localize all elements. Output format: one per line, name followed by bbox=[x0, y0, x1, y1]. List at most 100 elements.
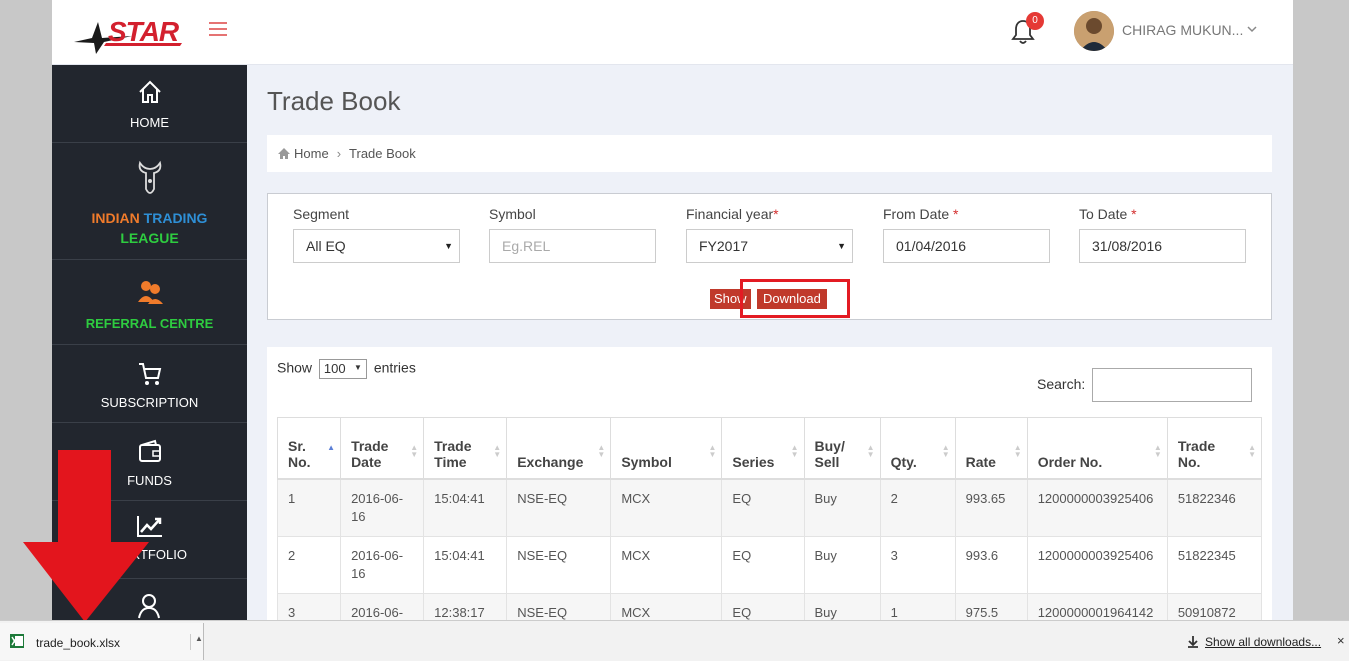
home-icon bbox=[138, 80, 161, 103]
user-icon bbox=[137, 594, 160, 619]
column-header[interactable]: Sr. No. ▲ bbox=[276, 417, 342, 480]
column-header[interactable]: Trade No. ▲ ▼ bbox=[1166, 417, 1263, 480]
download-icon bbox=[1188, 636, 1198, 648]
column-header[interactable]: Trade Date ▲ ▼ bbox=[340, 417, 425, 480]
table-row: 1 2016-06-16 15:04:41 NSE-EQ MCX EQ Buy 2 993.65… bbox=[276, 478, 1263, 537]
menu-toggle-button[interactable] bbox=[209, 22, 227, 36]
table-search-input[interactable] bbox=[1092, 368, 1252, 402]
column-header-line2: Date bbox=[351, 453, 382, 470]
segment-label: Segment bbox=[293, 206, 350, 222]
column-header[interactable]: Order No. ▲ ▼ bbox=[1026, 417, 1168, 480]
download-options-caret-icon[interactable]: ▲ bbox=[190, 634, 203, 650]
column-header[interactable]: Symbol ▲ ▼ bbox=[610, 417, 723, 480]
column-header[interactable]: Series ▲ ▼ bbox=[721, 417, 805, 480]
table-cell: 1200000003925406 bbox=[1026, 478, 1168, 537]
table-cell: EQ bbox=[721, 478, 805, 537]
column-header-line2: No. bbox=[288, 453, 311, 470]
column-header-line2: Rate bbox=[965, 453, 996, 470]
download-button[interactable]: Download bbox=[757, 289, 827, 309]
entries-text: entries bbox=[373, 359, 416, 376]
caret-down-icon: ▼ bbox=[837, 241, 846, 251]
show-button[interactable]: Show bbox=[710, 289, 751, 309]
sort-icon[interactable]: ▲ ▼ bbox=[867, 443, 875, 458]
to-date-input[interactable]: 31/08/2016 bbox=[1079, 229, 1246, 263]
table-cell: 993.65 bbox=[954, 478, 1028, 537]
table-row: 2 2016-06-16 15:04:41 NSE-EQ MCX EQ Buy 3 993.6 1… bbox=[276, 535, 1263, 594]
itl-label-indian: INDIAN bbox=[91, 210, 140, 226]
logo-text: STAR bbox=[108, 16, 179, 47]
sidebar-item-referral-centre[interactable]: REFERRAL CENTRE bbox=[52, 260, 247, 345]
table-cell: EQ bbox=[721, 592, 805, 620]
close-download-bar-icon[interactable]: × bbox=[1337, 633, 1345, 648]
sidebar-item-funds[interactable]: FUNDS bbox=[52, 423, 247, 501]
sort-icon[interactable]: ▲ ▼ bbox=[942, 443, 950, 458]
column-header[interactable]: Rate ▲ ▼ bbox=[954, 417, 1028, 480]
column-header-line2: No. bbox=[1177, 453, 1201, 470]
show-all-downloads-link[interactable]: Show all downloads... bbox=[1205, 635, 1321, 649]
to-date-label: To Date * bbox=[1079, 206, 1137, 222]
breadcrumb-separator: › bbox=[336, 146, 342, 161]
column-header-line2: Exchange bbox=[517, 453, 584, 470]
trade-book-table: Sr. No. ▲ Trade Date ▲ ▼ Trade Time ▲ ▼ Exchange ▲ ▼… bbox=[276, 417, 1263, 620]
sort-icon[interactable]: ▲ ▼ bbox=[1154, 443, 1162, 458]
financial-year-select[interactable]: FY2017 ▼ bbox=[686, 229, 853, 263]
sort-icon[interactable]: ▲ ▼ bbox=[1248, 443, 1256, 458]
table-cell: MCX bbox=[610, 535, 723, 594]
table-cell: 15:04:41 bbox=[423, 478, 508, 537]
sort-icon[interactable]: ▲ ▼ bbox=[791, 443, 799, 458]
table-cell: Buy bbox=[803, 535, 881, 594]
entries-value: 100 bbox=[323, 361, 346, 376]
wallet-icon bbox=[138, 439, 161, 462]
show-entries-control: Show 100 ▼ entries bbox=[277, 359, 416, 379]
segment-select[interactable]: All EQ ▼ bbox=[293, 229, 460, 263]
table-cell: EQ bbox=[721, 535, 805, 594]
chevron-down-icon[interactable] bbox=[1247, 22, 1257, 36]
sort-icon[interactable]: ▲ ▼ bbox=[597, 443, 605, 458]
caret-down-icon: ▼ bbox=[444, 241, 453, 251]
download-file-name: trade_book.xlsx bbox=[36, 636, 121, 650]
table-cell: NSE-EQ bbox=[506, 592, 612, 620]
breadcrumb-home-link[interactable]: Home bbox=[294, 146, 329, 161]
sort-icon[interactable]: ▲ ▼ bbox=[709, 443, 717, 458]
trade-book-table-card: Show 100 ▼ entries Search: Sr. No. ▲ Trade… bbox=[267, 347, 1272, 620]
table-cell: 3 bbox=[276, 592, 342, 620]
star-logo[interactable]: STAR bbox=[72, 12, 187, 56]
required-mark: * bbox=[773, 206, 779, 222]
sidebar-item-portfolio[interactable]: PORTFOLIO bbox=[52, 501, 247, 579]
symbol-input[interactable]: Eg.REL bbox=[489, 229, 656, 263]
column-header-line2: Series bbox=[732, 453, 775, 470]
caret-down-icon: ▼ bbox=[354, 363, 362, 372]
column-header[interactable]: Buy/Sell ▲ ▼ bbox=[803, 417, 881, 480]
column-header[interactable]: Exchange ▲ ▼ bbox=[506, 417, 612, 480]
sidebar-item-profile[interactable] bbox=[52, 579, 247, 620]
table-cell: 51822345 bbox=[1166, 535, 1263, 594]
table-row: 32016-06-2212:38:17NSE-EQMCXEQBuy1975.51… bbox=[276, 592, 1263, 620]
user-avatar[interactable] bbox=[1074, 11, 1114, 51]
column-header-line1: Sr. bbox=[288, 437, 306, 454]
user-name[interactable]: CHIRAG MUKUN... bbox=[1122, 22, 1243, 38]
from-date-input[interactable]: 01/04/2016 bbox=[883, 229, 1050, 263]
column-header-line1: Trade bbox=[351, 437, 389, 454]
column-header-line2: Qty. bbox=[890, 453, 917, 470]
home-icon[interactable] bbox=[278, 148, 290, 159]
sidebar-item-label: PORTFOLIO bbox=[112, 547, 187, 562]
sidebar-item-indian-trading-league[interactable]: INDIAN TRADING LEAGUE bbox=[52, 143, 247, 260]
sort-icon[interactable]: ▲ ▼ bbox=[1014, 443, 1022, 458]
download-item[interactable]: trade_book.xlsx ▲ bbox=[0, 623, 204, 660]
sidebar-item-home[interactable]: HOME bbox=[52, 65, 247, 143]
table-cell: MCX bbox=[610, 478, 723, 537]
show-text: Show bbox=[277, 359, 313, 376]
table-header-row: Sr. No. ▲ Trade Date ▲ ▼ Trade Time ▲ ▼ Exchange ▲ ▼… bbox=[276, 417, 1263, 480]
sort-icon[interactable]: ▲ ▼ bbox=[493, 443, 501, 458]
sort-icon[interactable]: ▲ bbox=[327, 443, 335, 458]
column-header[interactable]: Qty. ▲ ▼ bbox=[879, 417, 956, 480]
required-mark: * bbox=[953, 206, 959, 222]
column-header[interactable]: Trade Time ▲ ▼ bbox=[423, 417, 508, 480]
table-cell: 1200000003925406 bbox=[1026, 535, 1168, 594]
entries-per-page-select[interactable]: 100 ▼ bbox=[318, 359, 367, 379]
browser-download-bar: trade_book.xlsx ▲ Show all downloads... … bbox=[0, 620, 1349, 661]
sort-icon[interactable]: ▲ ▼ bbox=[410, 443, 418, 458]
table-cell: 1200000001964142 bbox=[1026, 592, 1168, 620]
table-cell: NSE-EQ bbox=[506, 478, 612, 537]
sidebar-item-subscription[interactable]: SUBSCRIPTION bbox=[52, 345, 247, 423]
